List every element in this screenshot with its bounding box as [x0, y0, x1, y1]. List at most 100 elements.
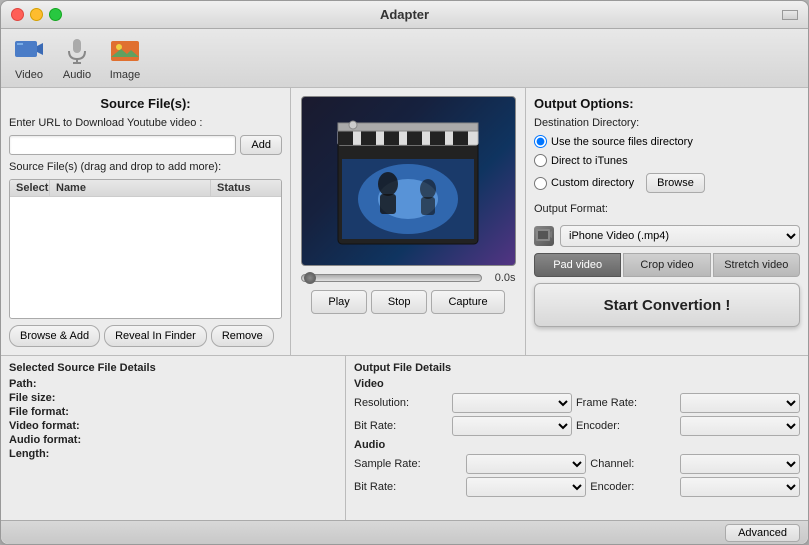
audio-icon — [61, 35, 93, 67]
fileformat-label: File format: — [9, 406, 89, 418]
output-file-details-title: Output File Details — [354, 362, 800, 374]
audio-subsection-label: Audio — [354, 439, 800, 451]
radio-itunes-row: Direct to iTunes — [534, 154, 800, 167]
radio-source-row: Use the source files directory — [534, 135, 800, 148]
destination-label: Destination Directory: — [534, 117, 800, 129]
url-label: Enter URL to Download Youtube video : — [9, 117, 282, 129]
audioformat-row: Audio format: — [9, 434, 337, 446]
audio-encoder-label: Encoder: — [590, 481, 676, 493]
format-label: Output Format: — [534, 203, 800, 215]
videoformat-label: Video format: — [9, 420, 89, 432]
col-status: Status — [211, 180, 281, 196]
toolbar-video[interactable]: Video — [13, 35, 45, 81]
radio-custom-row: Custom directory Browse — [534, 173, 800, 193]
framerate-select[interactable] — [680, 393, 800, 413]
fileformat-row: File format: — [9, 406, 337, 418]
middle-panel: 0.0s Play Stop Capture — [291, 88, 526, 355]
channel-select[interactable] — [680, 454, 800, 474]
right-panel: Output Options: Destination Directory: U… — [526, 88, 808, 355]
encoder-select[interactable] — [680, 416, 800, 436]
resolution-select[interactable] — [452, 393, 572, 413]
progress-bar[interactable] — [301, 274, 482, 282]
titlebar: Adapter — [1, 1, 808, 29]
length-label: Length: — [9, 448, 89, 460]
source-title: Source File(s): — [9, 96, 282, 111]
progress-row: 0.0s — [301, 272, 516, 284]
col-name: Name — [50, 180, 211, 196]
image-label: Image — [110, 69, 141, 81]
left-panel: Source File(s): Enter URL to Download Yo… — [1, 88, 291, 355]
channel-label: Channel: — [590, 458, 676, 470]
advanced-button[interactable]: Advanced — [725, 524, 800, 542]
resolution-label: Resolution: — [354, 397, 448, 409]
progress-thumb — [304, 272, 316, 284]
custom-browse-button[interactable]: Browse — [646, 173, 705, 193]
output-title: Output Options: — [534, 96, 800, 111]
time-label: 0.0s — [486, 272, 516, 284]
titlebar-right — [782, 10, 798, 20]
toolbar: Video Audio Image — [1, 29, 808, 88]
pad-video-button[interactable]: Pad video — [534, 253, 621, 277]
main-content: Source File(s): Enter URL to Download Yo… — [1, 88, 808, 355]
format-select[interactable]: iPhone Video (.mp4) — [560, 225, 800, 247]
encoder-label: Encoder: — [576, 420, 676, 432]
videoformat-row: Video format: — [9, 420, 337, 432]
format-icon — [534, 226, 554, 246]
video-icon — [13, 35, 45, 67]
clapperboard-svg — [328, 109, 488, 254]
audio-bitrate-label: Bit Rate: — [354, 481, 462, 493]
audio-bitrate-select[interactable] — [466, 477, 586, 497]
stop-button[interactable]: Stop — [371, 290, 428, 314]
samplerate-select[interactable] — [466, 454, 586, 474]
filesize-row: File size: — [9, 392, 337, 404]
crop-video-button[interactable]: Crop video — [623, 253, 710, 277]
toolbar-image[interactable]: Image — [109, 35, 141, 81]
audio-grid: Sample Rate: Channel: Bit Rate: Encoder: — [354, 454, 800, 497]
pad-crop-row: Pad video Crop video Stretch video — [534, 253, 800, 277]
video-subsection-label: Video — [354, 378, 800, 390]
window-title: Adapter — [380, 7, 429, 22]
window-shade-button[interactable] — [782, 10, 798, 20]
statusbar: Advanced — [1, 520, 808, 544]
path-label: Path: — [9, 378, 89, 390]
convert-button[interactable]: Start Convertion ! — [534, 283, 800, 327]
close-button[interactable] — [11, 8, 24, 21]
bottom-left: Selected Source File Details Path: File … — [1, 356, 346, 520]
radio-source[interactable] — [534, 135, 547, 148]
audio-label: Audio — [63, 69, 91, 81]
reveal-finder-button[interactable]: Reveal In Finder — [104, 325, 207, 347]
action-buttons: Browse & Add Reveal In Finder Remove — [9, 325, 282, 347]
url-input[interactable] — [9, 135, 236, 155]
bitrate-label: Bit Rate: — [354, 420, 448, 432]
drag-label: Source File(s) (drag and drop to add mor… — [9, 161, 282, 173]
url-row: Add — [9, 135, 282, 155]
format-row: iPhone Video (.mp4) — [534, 225, 800, 247]
play-button[interactable]: Play — [311, 290, 366, 314]
stretch-video-button[interactable]: Stretch video — [713, 253, 800, 277]
minimize-button[interactable] — [30, 8, 43, 21]
table-header: Select Name Status — [10, 180, 281, 197]
table-body — [10, 197, 281, 317]
video-preview — [301, 96, 516, 266]
capture-button[interactable]: Capture — [431, 290, 504, 314]
radio-custom[interactable] — [534, 177, 547, 190]
radio-itunes[interactable] — [534, 154, 547, 167]
radio-source-label: Use the source files directory — [551, 136, 693, 148]
audioformat-label: Audio format: — [9, 434, 89, 446]
remove-button[interactable]: Remove — [211, 325, 274, 347]
toolbar-audio[interactable]: Audio — [61, 35, 93, 81]
browse-add-button[interactable]: Browse & Add — [9, 325, 100, 347]
playback-buttons: Play Stop Capture — [311, 290, 504, 314]
add-url-button[interactable]: Add — [240, 135, 282, 155]
bitrate-select[interactable] — [452, 416, 572, 436]
bottom-right: Output File Details Video Resolution: Fr… — [346, 356, 808, 520]
maximize-button[interactable] — [49, 8, 62, 21]
radio-custom-label: Custom directory — [551, 177, 634, 189]
video-label: Video — [15, 69, 43, 81]
audio-encoder-select[interactable] — [680, 477, 800, 497]
video-grid: Resolution: Frame Rate: Bit Rate: Encode… — [354, 393, 800, 436]
selected-details-title: Selected Source File Details — [9, 362, 337, 374]
col-select: Select — [10, 180, 50, 196]
framerate-label: Frame Rate: — [576, 397, 676, 409]
titlebar-buttons — [11, 8, 62, 21]
